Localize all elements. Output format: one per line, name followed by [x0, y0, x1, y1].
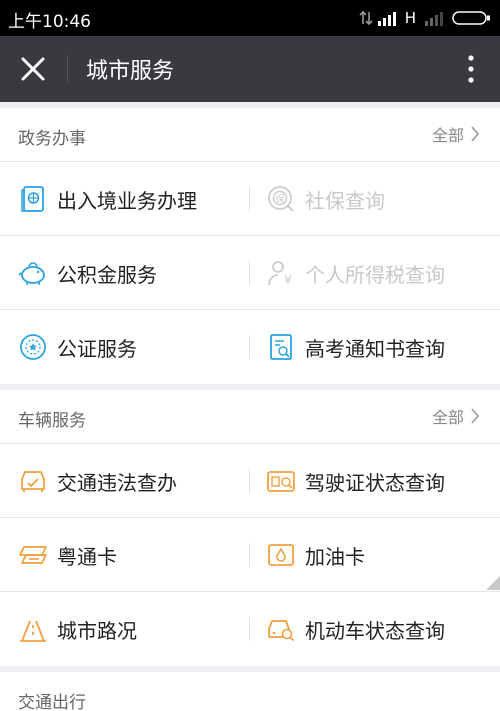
service-label: 城市路况 [57, 618, 137, 643]
exam-document-icon [266, 332, 296, 362]
service-item-income-tax[interactable]: ¥ 个人所得税查询 [266, 236, 496, 310]
service-row: 出入境业务办理 保 社保查询 [0, 162, 500, 236]
view-all-label: 全部 [431, 408, 464, 427]
view-all-label: 全部 [431, 126, 464, 145]
title-divider [67, 55, 68, 83]
data-arrows-icon [359, 10, 373, 26]
signal-weak-icon [425, 12, 443, 26]
row-divider [249, 261, 250, 285]
service-item-road-condition[interactable]: 城市路况 [18, 592, 246, 666]
signal-icon [377, 12, 396, 26]
close-button[interactable] [10, 48, 56, 90]
section-vehicle: 车辆服务 全部 交通违法查办 驾驶证状态查询 粤通卡 加油卡 城市路况 机动车状… [0, 390, 500, 666]
road-condition-icon [18, 614, 48, 644]
service-item-notary[interactable]: 公证服务 [18, 310, 246, 384]
row-divider [249, 617, 250, 641]
section-government: 政务办事 全部 出入境业务办理 保 社保查询 公积金服务 ¥ 个人所得税查询 公… [0, 108, 500, 384]
battery-icon [452, 11, 490, 25]
row-divider [249, 335, 250, 359]
service-label: 社保查询 [305, 188, 385, 213]
service-row: 公积金服务 ¥ 个人所得税查询 [0, 236, 500, 310]
service-label: 加油卡 [305, 544, 365, 569]
service-label: 个人所得税查询 [305, 262, 445, 287]
row-divider [249, 543, 250, 567]
service-item-toll-card[interactable]: 粤通卡 [18, 518, 246, 592]
svg-text:¥: ¥ [284, 273, 292, 287]
service-item-exit-entry[interactable]: 出入境业务办理 [18, 162, 246, 236]
service-label: 出入境业务办理 [57, 188, 197, 213]
more-button[interactable] [456, 48, 486, 90]
section-title: 车辆服务 [18, 411, 86, 431]
scroll-corner-indicator [486, 576, 500, 590]
social-security-icon: 保 [266, 184, 296, 214]
close-icon [21, 57, 45, 81]
service-row: 交通违法查办 驾驶证状态查询 [0, 444, 500, 518]
status-time: 上午10:46 [8, 12, 91, 32]
service-label: 公积金服务 [57, 262, 157, 287]
section-header: 车辆服务 全部 [0, 390, 500, 444]
network-type: H [404, 9, 416, 27]
driver-license-icon [266, 466, 296, 496]
traffic-violation-icon [18, 466, 48, 496]
service-item-driver-license[interactable]: 驾驶证状态查询 [266, 444, 496, 518]
title-bar: 城市服务 [0, 36, 500, 102]
piggy-bank-icon [18, 258, 48, 288]
page-title: 城市服务 [86, 59, 175, 84]
service-label: 粤通卡 [57, 544, 117, 569]
service-item-traffic-violation[interactable]: 交通违法查办 [18, 444, 246, 518]
vehicle-status-icon [266, 614, 296, 644]
service-item-vehicle-status[interactable]: 机动车状态查询 [266, 592, 496, 666]
service-item-exam-notice[interactable]: 高考通知书查询 [266, 310, 496, 384]
service-item-fuel-card[interactable]: 加油卡 [266, 518, 496, 592]
section-header: 政务办事 全部 [0, 108, 500, 162]
notary-seal-icon [18, 332, 48, 362]
view-all-button[interactable]: 全部 [432, 404, 480, 428]
service-label: 公证服务 [57, 336, 137, 361]
service-item-housing-fund[interactable]: 公积金服务 [18, 236, 246, 310]
section-header: 交通出行 [0, 672, 500, 711]
chevron-right-icon [471, 408, 480, 424]
fuel-card-icon [266, 540, 296, 570]
service-row: 公证服务 高考通知书查询 [0, 310, 500, 384]
section-title: 交通出行 [18, 693, 86, 711]
service-label: 交通违法查办 [57, 470, 177, 495]
row-divider [249, 187, 250, 211]
section-title: 政务办事 [18, 129, 86, 149]
view-all-button[interactable]: 全部 [432, 122, 480, 146]
section-transport: 交通出行 [0, 672, 500, 711]
more-vertical-icon [468, 55, 474, 83]
service-label: 驾驶证状态查询 [305, 470, 445, 495]
passport-icon [18, 184, 48, 214]
toll-card-icon [18, 540, 48, 570]
status-bar: 上午10:46 H [0, 0, 500, 36]
service-label: 高考通知书查询 [305, 336, 445, 361]
service-item-social-security[interactable]: 保 社保查询 [266, 162, 496, 236]
service-label: 机动车状态查询 [305, 618, 445, 643]
svg-text:保: 保 [275, 193, 284, 205]
row-divider [249, 469, 250, 493]
service-row: 粤通卡 加油卡 [0, 518, 500, 592]
status-icons: H [359, 6, 492, 30]
service-row: 城市路况 机动车状态查询 [0, 592, 500, 666]
tax-person-icon: ¥ [266, 258, 296, 288]
chevron-right-icon [471, 126, 480, 142]
